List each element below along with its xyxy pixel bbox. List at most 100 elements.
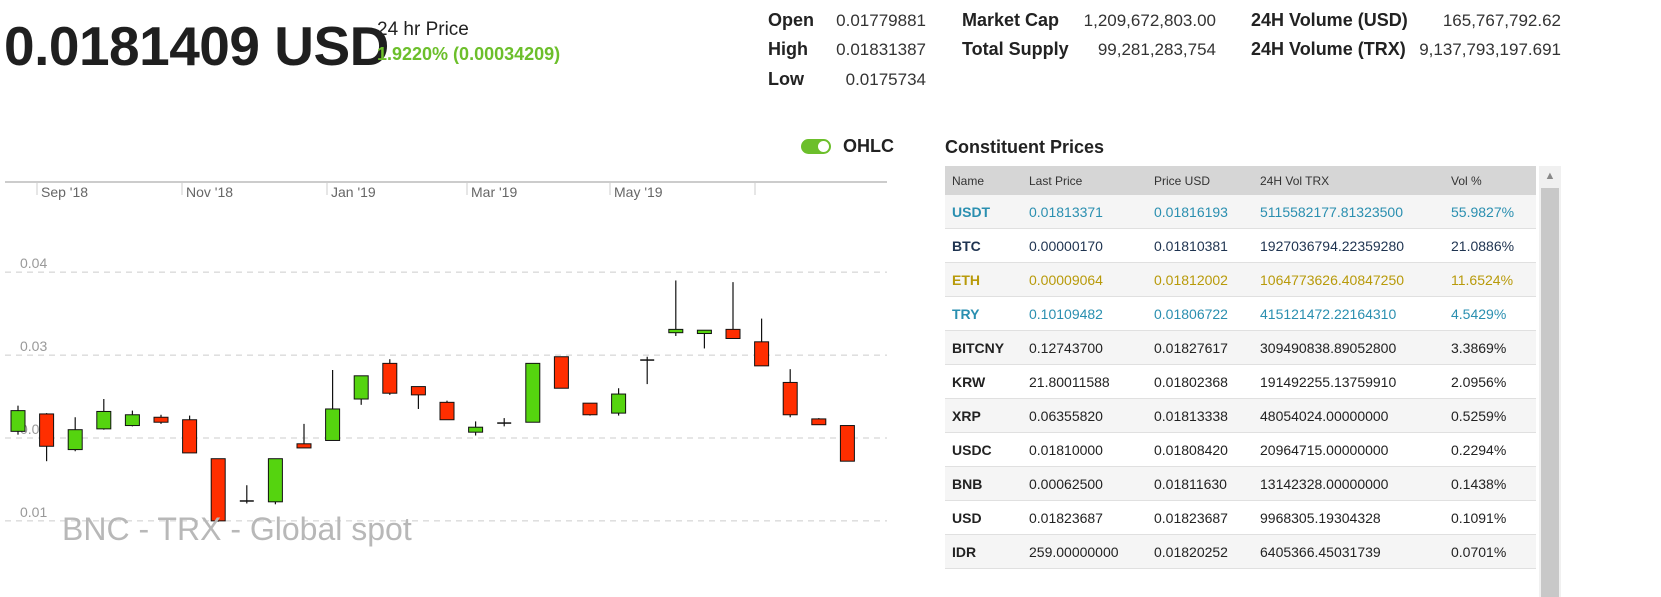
cell-name: ETH <box>952 271 980 288</box>
candle-body <box>182 419 198 454</box>
volume-usd-label: 24H Volume (USD) <box>1251 10 1408 30</box>
cell-usd: 0.01823687 <box>1154 509 1228 526</box>
candle-body <box>582 402 598 416</box>
current-price: 0.0181409 USD <box>4 15 389 77</box>
cell-pct: 3.3869% <box>1451 339 1507 356</box>
col-vol-trx-header[interactable]: 24H Vol TRX <box>1260 174 1451 188</box>
cell-name: TRY <box>952 305 980 322</box>
table-row[interactable]: IDR 259.00000000 0.01820252 6405366.4503173… <box>945 535 1536 569</box>
table-row[interactable]: KRW 21.80011588 0.01802368 191492255.137599… <box>945 365 1536 399</box>
cell-usd: 0.01810381 <box>1154 237 1228 254</box>
table-row[interactable]: XRP 0.06355820 0.01813338 48054024.00000000… <box>945 399 1536 433</box>
col-name-header[interactable]: Name <box>945 174 1029 188</box>
cell-pct: 0.2294% <box>1451 441 1507 458</box>
cell-name: USD <box>952 509 982 526</box>
cell-last: 0.12743700 <box>1029 339 1103 356</box>
candle-body <box>553 356 569 389</box>
candle-body <box>382 362 398 394</box>
total-supply-value: 99,281,283,754 <box>1097 40 1216 59</box>
open-value: 0.01779881 <box>836 11 926 30</box>
x-tick-label: Sep '18 <box>41 184 88 200</box>
volume-trx-label: 24H Volume (TRX) <box>1251 39 1406 59</box>
candle-body <box>811 418 827 426</box>
y-tick-label: 0.04 <box>20 255 47 271</box>
cell-last: 0.06355820 <box>1029 407 1103 424</box>
cell-last: 259.00000000 <box>1029 543 1119 560</box>
col-price-usd-header[interactable]: Price USD <box>1154 174 1260 188</box>
volume-usd-value: 165,767,792.62 <box>1442 11 1561 30</box>
cell-vol: 1927036794.22359280 <box>1260 237 1405 254</box>
total-supply-label: Total Supply <box>962 39 1069 59</box>
cell-vol: 13142328.00000000 <box>1260 475 1389 492</box>
price-change: 1.9220% (0.00034209) <box>377 44 561 64</box>
table-body: USDT 0.01813371 0.01816193 5115582177.81323… <box>945 195 1536 569</box>
col-last-price-header[interactable]: Last Price <box>1029 174 1154 188</box>
cell-pct: 2.0956% <box>1451 373 1507 390</box>
cell-last: 0.10109482 <box>1029 305 1103 322</box>
candle-body <box>668 328 684 334</box>
constituent-prices-title: Constituent Prices <box>945 137 1105 157</box>
scroll-up-arrow-icon[interactable]: ▲ <box>1539 166 1561 186</box>
high-label: High <box>768 39 808 59</box>
scrollbar-thumb[interactable] <box>1541 188 1559 597</box>
ohlc-label: OHLC <box>843 136 894 156</box>
cell-usd: 0.01813338 <box>1154 407 1228 424</box>
table-row[interactable]: USDT 0.01813371 0.01816193 5115582177.81323… <box>945 195 1536 229</box>
cell-usd: 0.01812002 <box>1154 271 1228 288</box>
volume-trx-value: 9,137,793,197.691 <box>1419 40 1561 59</box>
cell-name: USDT <box>952 203 991 220</box>
cell-last: 0.00062500 <box>1029 475 1103 492</box>
cell-vol: 309490838.89052800 <box>1260 339 1397 356</box>
low-value: 0.0175734 <box>845 70 926 89</box>
candle-body <box>325 408 341 441</box>
table-row[interactable]: TRY 0.10109482 0.01806722 415121472.2216431… <box>945 297 1536 331</box>
candle-body <box>839 425 855 462</box>
cell-name: BTC <box>952 237 981 254</box>
candle-body <box>353 375 369 400</box>
table-header: Name Last Price Price USD 24H Vol TRX Vo… <box>945 166 1536 195</box>
market-cap-label: Market Cap <box>962 10 1060 30</box>
market-cap-value: 1,209,672,803.00 <box>1083 11 1216 30</box>
cell-usd: 0.01811630 <box>1154 475 1227 492</box>
cell-pct: 0.1438% <box>1451 475 1507 492</box>
candle-body <box>611 393 627 414</box>
table-row[interactable]: BNB 0.00062500 0.01811630 13142328.00000000… <box>945 467 1536 501</box>
constituent-prices-table: Name Last Price Price USD 24H Vol TRX Vo… <box>945 166 1536 569</box>
candle-body <box>696 329 712 335</box>
y-tick-label: 0.01 <box>20 504 47 520</box>
x-tick-label: Mar '19 <box>471 184 517 200</box>
cell-vol: 6405366.45031739 <box>1260 543 1381 560</box>
cell-last: 0.01813371 <box>1029 203 1103 220</box>
table-row[interactable]: ETH 0.00009064 0.01812002 1064773626.408472… <box>945 263 1536 297</box>
cell-usd: 0.01816193 <box>1154 203 1228 220</box>
cell-name: IDR <box>952 543 977 560</box>
cell-last: 21.80011588 <box>1029 373 1110 390</box>
price-period-label: 24 hr Price <box>377 19 469 40</box>
cell-name: KRW <box>952 373 986 390</box>
candle-body <box>754 341 770 367</box>
candle-body <box>468 426 484 433</box>
cell-pct: 11.6524% <box>1451 271 1514 288</box>
cell-pct: 0.1091% <box>1451 509 1507 526</box>
cell-pct: 4.5429% <box>1451 305 1507 322</box>
price-chart[interactable]: Sep '18 Nov '18 Jan '19 Mar '19 May '19 0.04 0… <box>0 170 900 597</box>
candle-body <box>39 413 55 447</box>
table-row[interactable]: BTC 0.00000170 0.01810381 1927036794.223592… <box>945 229 1536 263</box>
candle-body <box>296 443 312 449</box>
table-row[interactable]: USDC 0.01810000 0.01808420 20964715.0000000… <box>945 433 1536 467</box>
x-tick-label: Jan '19 <box>331 184 376 200</box>
ohlc-toggle[interactable] <box>801 139 831 154</box>
candle-body <box>10 410 26 432</box>
cell-name: USDC <box>952 441 992 458</box>
x-tick-label: May '19 <box>614 184 663 200</box>
cell-vol: 415121472.22164310 <box>1260 305 1397 322</box>
table-row[interactable]: USD 0.01823687 0.01823687 9968305.19304328 0… <box>945 501 1536 535</box>
col-vol-pct-header[interactable]: Vol % <box>1451 174 1536 188</box>
cell-last: 0.00000170 <box>1029 237 1103 254</box>
table-row[interactable]: BITCNY 0.12743700 0.01827617 309490838.8905… <box>945 331 1536 365</box>
cell-last: 0.01810000 <box>1029 441 1103 458</box>
cell-vol: 1064773626.40847250 <box>1260 271 1405 288</box>
cell-vol: 191492255.13759910 <box>1260 373 1397 390</box>
cell-vol: 5115582177.81323500 <box>1260 203 1404 220</box>
cell-name: BNB <box>952 475 983 492</box>
